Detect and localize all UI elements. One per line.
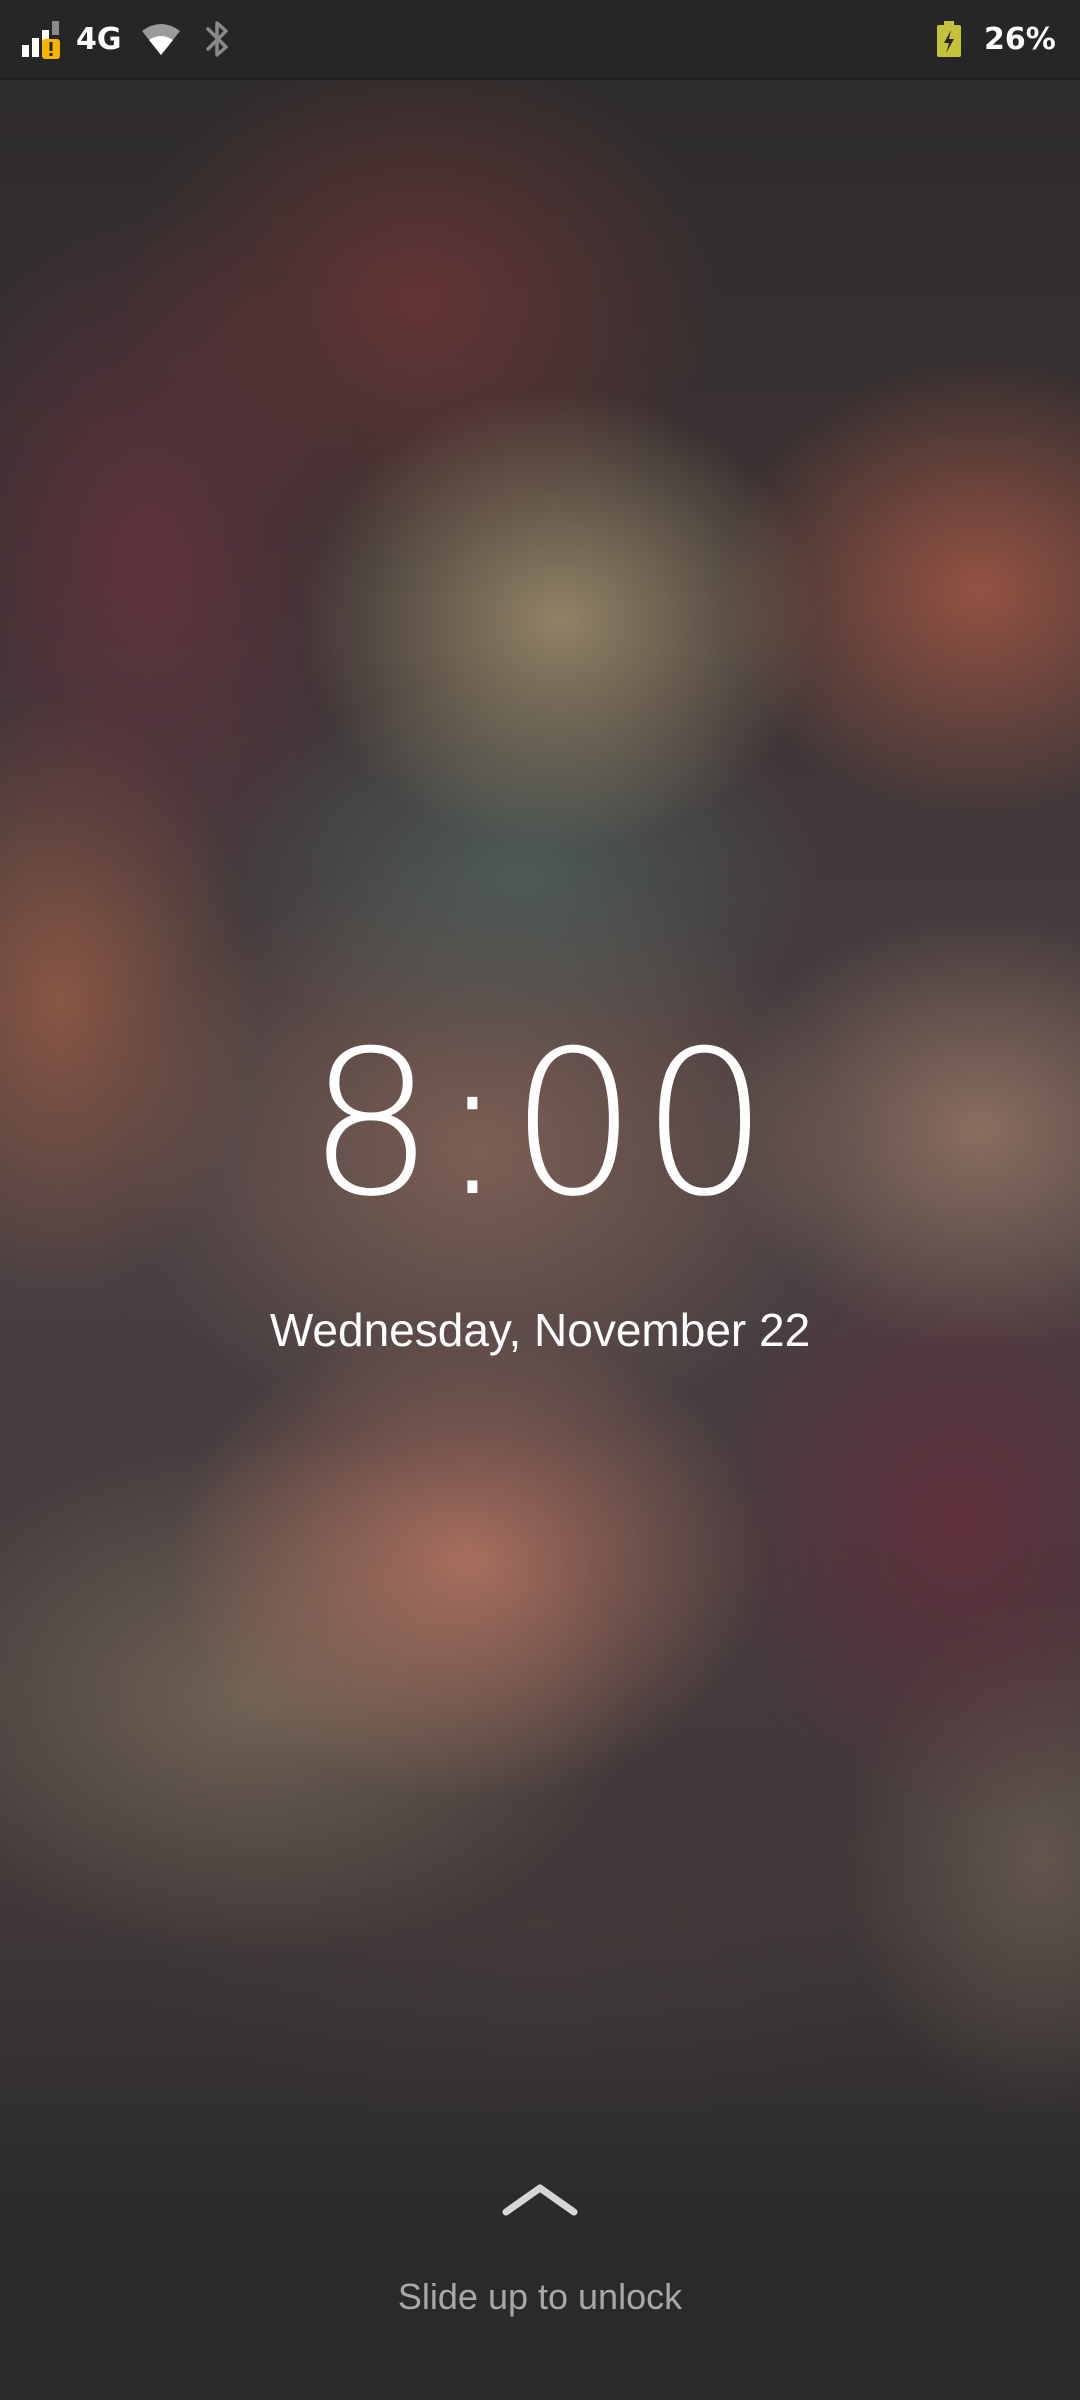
bluetooth-icon [200,0,236,78]
network-type-label: 4G [76,21,122,57]
wifi-icon [140,0,182,78]
chevron-up-icon[interactable] [500,2178,580,2218]
lock-clock: 8:00 [307,1008,773,1241]
lock-date: Wednesday, November 22 [269,1304,811,1356]
battery-charging-icon [934,0,964,78]
lock-screen: 4G 26% 8:00 Wednesday, November 22 Slide… [0,0,1080,2400]
slide-to-unlock-hint[interactable]: Slide up to unlock [0,2272,1080,2322]
status-bar: 4G 26% [0,0,1080,80]
battery-percent: 26% [984,21,1056,57]
signal-icon [20,0,64,78]
